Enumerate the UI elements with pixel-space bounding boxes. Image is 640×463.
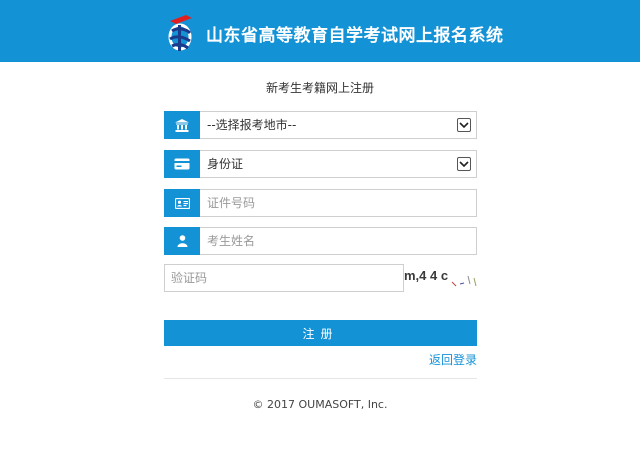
captcha-text: m,4 4 c	[404, 268, 448, 283]
id-number-row	[164, 189, 477, 217]
divider	[164, 378, 477, 379]
exam-logo-icon	[168, 15, 192, 51]
user-icon	[164, 227, 200, 255]
name-row	[164, 227, 477, 255]
name-input[interactable]	[200, 227, 477, 255]
city-select-field[interactable]: --选择报考地市--	[200, 111, 477, 139]
captcha-image[interactable]: m,4 4 c	[404, 264, 478, 292]
id-number-input[interactable]	[200, 189, 477, 217]
id-type-select-value: 身份证	[207, 157, 244, 171]
vcard-icon	[164, 189, 200, 217]
id-card-icon	[164, 150, 200, 178]
chevron-down-icon[interactable]	[457, 157, 471, 171]
id-type-select[interactable]: 身份证	[164, 150, 477, 178]
bank-icon	[164, 111, 200, 139]
city-select[interactable]: --选择报考地市--	[164, 111, 477, 139]
page-title: 新考生考籍网上注册	[265, 81, 374, 95]
site-title: 山东省高等教育自学考试网上报名系统	[206, 26, 504, 46]
city-select-value: --选择报考地市--	[207, 118, 297, 132]
id-type-select-field[interactable]: 身份证	[200, 150, 477, 178]
back-to-login-link[interactable]: 返回登录	[429, 351, 477, 368]
header-bar: 山东省高等教育自学考试网上报名系统	[0, 0, 640, 62]
captcha-input[interactable]	[164, 264, 404, 292]
register-button[interactable]: 注册	[164, 320, 477, 346]
copyright: © 2017 OUMASOFT, Inc.	[252, 398, 388, 411]
chevron-down-icon[interactable]	[457, 118, 471, 132]
